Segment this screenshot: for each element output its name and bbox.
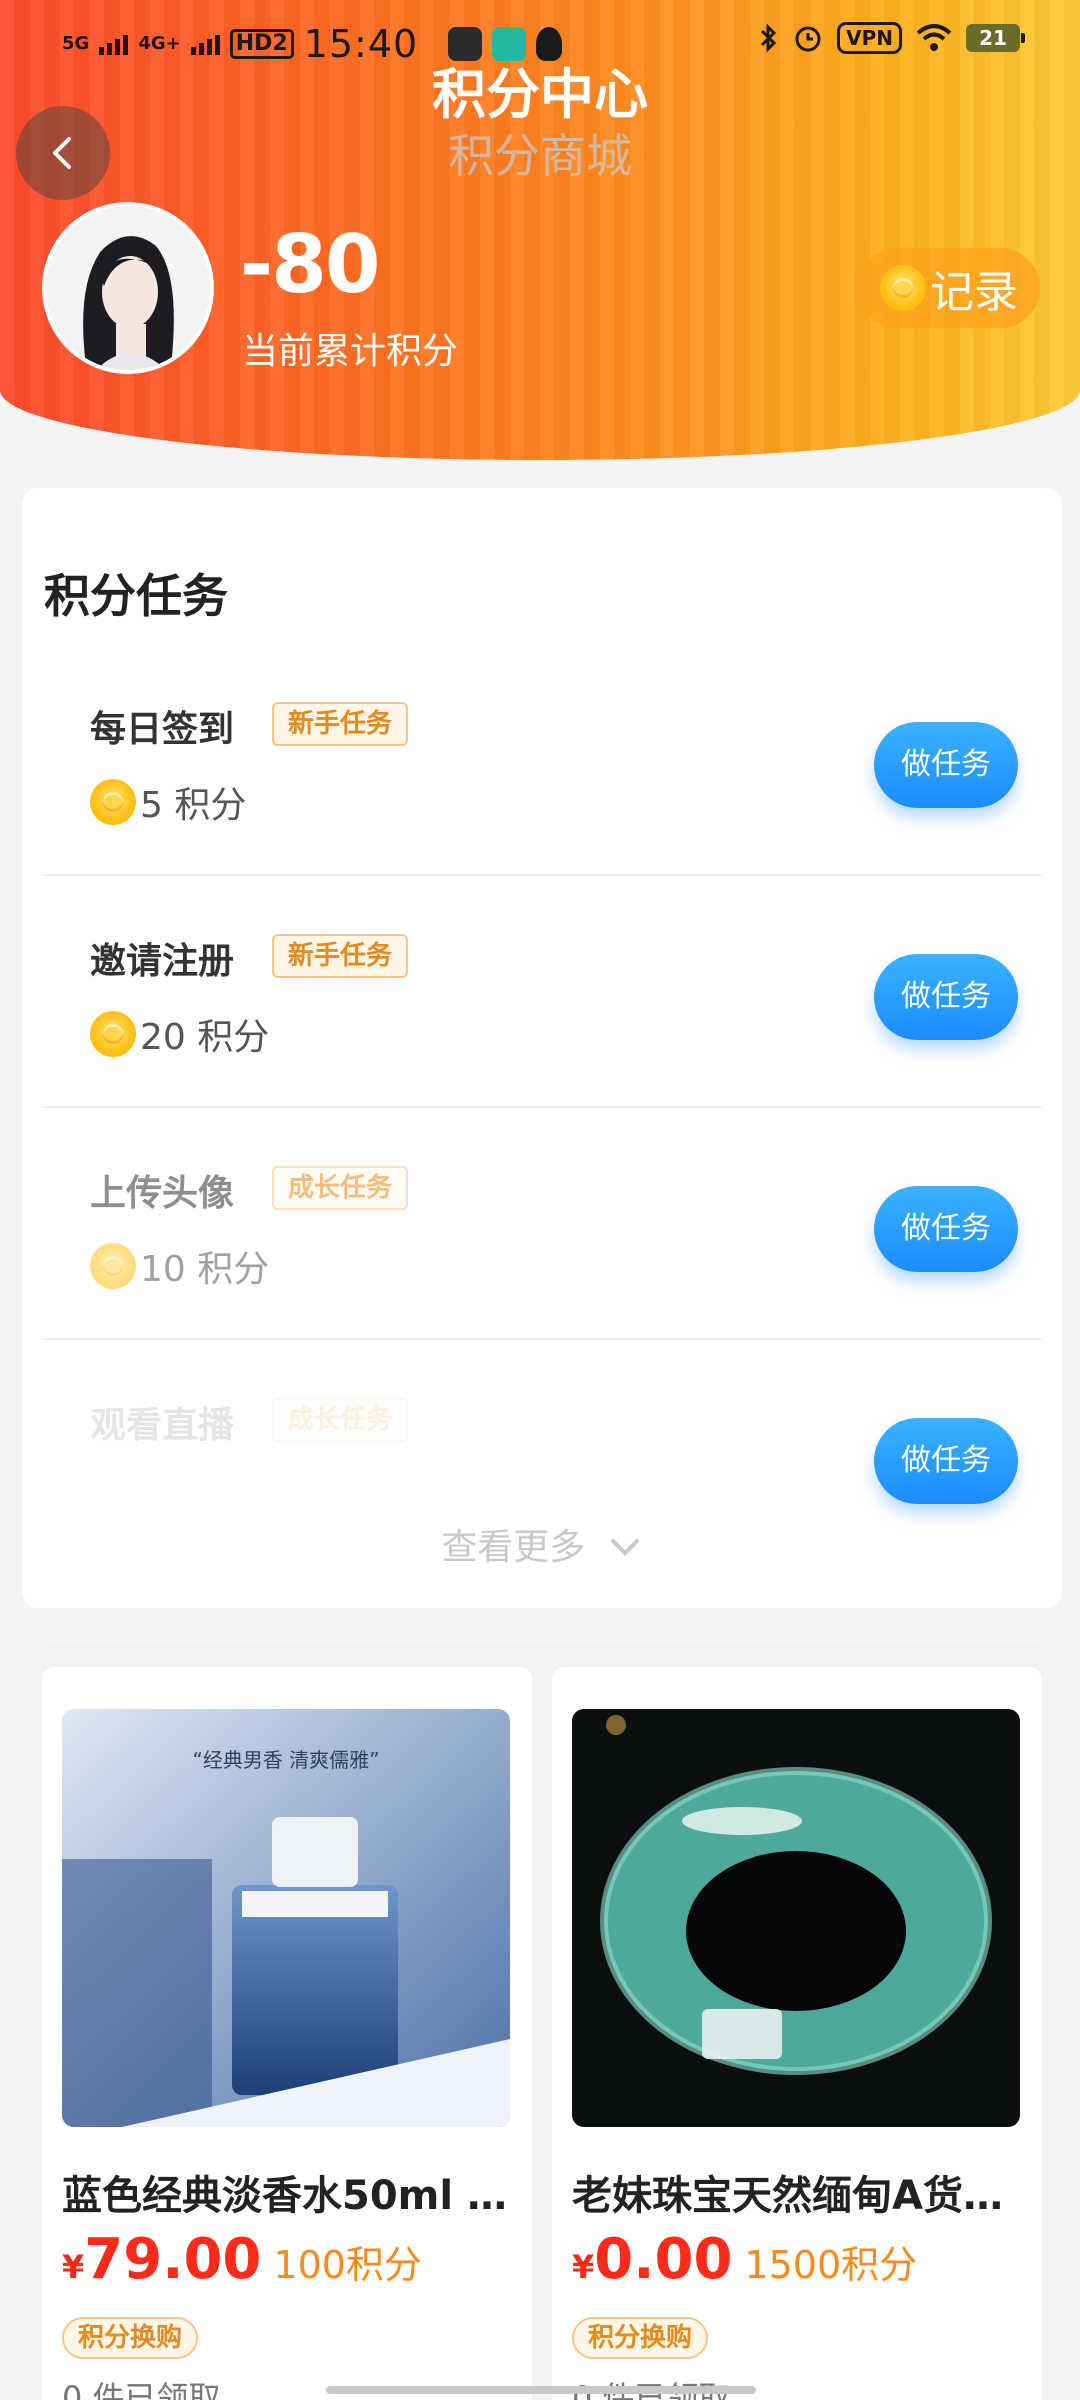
task-tag: 成长任务 xyxy=(272,1166,409,1210)
redeem-tag: 积分换购 xyxy=(572,2317,709,2359)
price-value: 79.00 xyxy=(84,2227,262,2292)
price-money: ¥79.00 xyxy=(62,2227,261,2292)
task-name: 每日签到 xyxy=(90,709,235,750)
battery-icon: 21 xyxy=(966,24,1025,52)
points-label: 当前累计积分 xyxy=(242,331,459,372)
product-card[interactable]: 老妹珠宝天然缅甸A货… ¥0.00 1500积分 积分换购 0 件已领取 xyxy=(552,1667,1042,2400)
do-task-button[interactable]: 做任务 xyxy=(874,1418,1018,1504)
task-points: 10 积分 xyxy=(90,1240,269,1292)
avatar-illustration xyxy=(46,206,210,370)
wifi-icon xyxy=(916,24,952,51)
price-money: ¥0.00 xyxy=(572,2227,732,2292)
task-points: 20 积分 xyxy=(90,1008,269,1060)
redeem-tag: 积分换购 xyxy=(62,2317,199,2359)
tasks-title: 积分任务 xyxy=(44,569,228,623)
claimed-count: 0 件已领取 xyxy=(62,2379,221,2400)
task-row: 每日签到 新手任务 5 积分 做任务 xyxy=(42,644,1042,876)
product-card[interactable]: “经典男香 清爽儒雅” 蓝色经典淡香水50ml … ¥79.00 100积分 积… xyxy=(42,1667,532,2400)
task-tag: 新手任务 xyxy=(272,702,409,746)
do-task-button[interactable]: 做任务 xyxy=(874,1186,1018,1272)
coin-icon xyxy=(90,1011,136,1057)
product-image xyxy=(572,1709,1020,2127)
record-label: 记录 xyxy=(930,267,1018,318)
task-points-label: 10 积分 xyxy=(140,1249,270,1290)
price-points: 100积分 xyxy=(273,2243,422,2287)
product-name: 蓝色经典淡香水50ml … xyxy=(62,2173,507,2219)
currency-symbol: ¥ xyxy=(572,2248,595,2286)
task-name: 观看直播 xyxy=(90,1405,235,1446)
do-task-button[interactable]: 做任务 xyxy=(874,954,1018,1040)
avatar[interactable] xyxy=(42,202,214,374)
task-tag: 成长任务 xyxy=(272,1398,409,1442)
task-row: 邀请注册 新手任务 20 积分 做任务 xyxy=(42,876,1042,1108)
coin-icon xyxy=(90,779,136,825)
task-name: 邀请注册 xyxy=(90,941,235,982)
page-subtitle: 积分商城 xyxy=(448,129,632,183)
alarm-icon xyxy=(795,26,821,52)
coin-icon xyxy=(880,265,926,311)
product-grid: “经典男香 清爽儒雅” 蓝色经典淡香水50ml … ¥79.00 100积分 积… xyxy=(42,1645,1042,2400)
task-points-label: 20 积分 xyxy=(140,1017,270,1058)
task-tag: 新手任务 xyxy=(272,934,409,978)
coin-icon xyxy=(90,1243,136,1289)
product-name: 老妹珠宝天然缅甸A货… xyxy=(572,2173,1003,2219)
home-indicator[interactable] xyxy=(326,2386,756,2394)
product-image-caption: “经典男香 清爽儒雅” xyxy=(192,1748,379,1772)
record-button[interactable]: 记录 xyxy=(858,248,1040,328)
chevron-down-icon xyxy=(610,1539,639,1556)
task-points-label: 5 积分 xyxy=(140,785,247,826)
points-value: -80 xyxy=(240,218,381,311)
task-name: 上传头像 xyxy=(90,1173,235,1214)
task-points: 5 积分 xyxy=(90,776,246,828)
do-task-button[interactable]: 做任务 xyxy=(874,722,1018,808)
currency-symbol: ¥ xyxy=(62,2248,85,2286)
price-value: 0.00 xyxy=(594,2227,733,2292)
product-price: ¥79.00 100积分 xyxy=(62,2227,422,2292)
product-image: “经典男香 清爽儒雅” xyxy=(62,1709,510,2127)
task-row: 上传头像 成长任务 10 积分 做任务 xyxy=(42,1108,1042,1340)
tasks-card: 积分任务 每日签到 新手任务 5 积分 做任务 邀请注册 新手任务 20 积分 … xyxy=(22,488,1062,1608)
see-more-button[interactable]: 查看更多 xyxy=(22,1518,1062,1570)
product-price: ¥0.00 1500积分 xyxy=(572,2227,917,2292)
bluetooth-icon xyxy=(761,23,777,53)
page-title: 积分中心 xyxy=(432,63,648,126)
price-points: 1500积分 xyxy=(744,2243,918,2287)
see-more-label: 查看更多 xyxy=(441,1527,586,1568)
